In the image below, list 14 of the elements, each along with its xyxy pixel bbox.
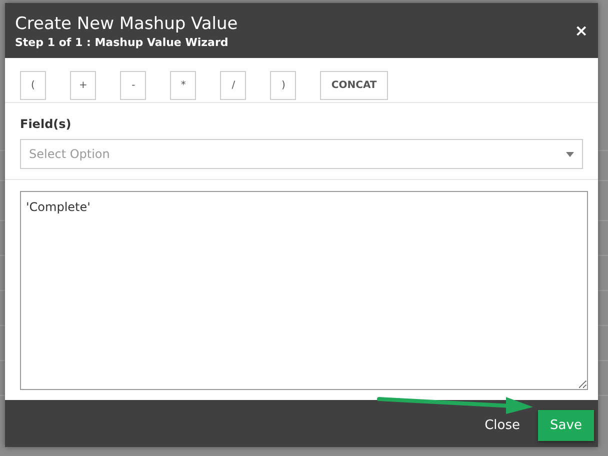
operator-button[interactable]: *: [170, 71, 196, 100]
expression-field[interactable]: 'Complete': [20, 191, 588, 390]
operator-button[interactable]: CONCAT: [320, 71, 388, 100]
close-link[interactable]: Close: [484, 416, 520, 435]
caret-icon: [566, 152, 574, 156]
operator-button[interactable]: +: [70, 71, 96, 100]
dialog-title: Create New Mashup Value: [15, 13, 238, 35]
operator-button[interactable]: -: [120, 71, 146, 100]
dialog-subtitle: Step 1 of 1 : Mashup Value Wizard: [15, 35, 230, 51]
operator-button[interactable]: /: [220, 71, 246, 100]
close-button[interactable]: ×: [574, 23, 588, 39]
field-label: Field(s): [20, 116, 72, 133]
operator-button[interactable]: (: [20, 71, 46, 100]
operator-button[interactable]: ): [270, 71, 296, 100]
